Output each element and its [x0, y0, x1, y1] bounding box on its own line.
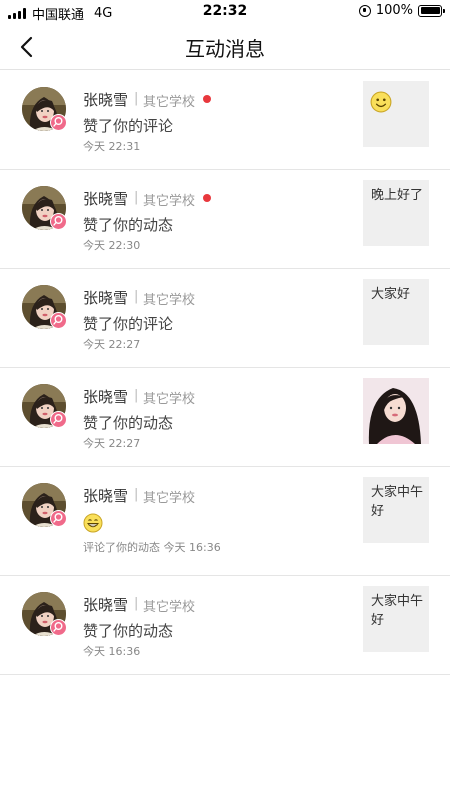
timestamp: 今天 22:27 [83, 437, 141, 450]
battery-percent: 100% [375, 3, 413, 18]
timestamp: 今天 22:30 [83, 239, 141, 252]
status-right: 100% [358, 3, 445, 18]
timestamp: 今天 16:36 [83, 645, 141, 658]
school-label: 其它学校 [143, 95, 196, 110]
thumbnail-text: 大家好 [371, 287, 411, 302]
user-name[interactable]: 张晓雪 [83, 188, 128, 209]
school-label: 其它学校 [143, 194, 196, 209]
name-separator: | [134, 388, 139, 403]
action-text: 赞了你的动态 [83, 622, 174, 640]
smile-emoji-icon [370, 91, 392, 117]
thumbnail-text: 大家中午好 [371, 594, 424, 628]
battery-icon [418, 4, 445, 17]
like-badge-icon [50, 619, 67, 636]
like-badge-icon [50, 411, 67, 428]
name-separator: | [134, 91, 139, 106]
thumbnail-text: 晚上好了 [371, 188, 424, 203]
user-name[interactable]: 张晓雪 [83, 386, 128, 407]
name-separator: | [134, 190, 139, 205]
post-thumbnail[interactable] [363, 81, 429, 147]
unread-dot [203, 95, 211, 103]
action-text: 赞了你的评论 [83, 315, 174, 333]
list-item[interactable]: 张晓雪 | 其它学校赞了你的动态今天 16:36 大家中午好 [0, 576, 450, 675]
rotation-lock-icon [358, 4, 371, 17]
post-thumbnail[interactable]: 大家中午好 [363, 586, 429, 652]
action-text: 赞了你的动态 [83, 414, 174, 432]
list-item[interactable]: 张晓雪 | 其它学校评论了你的动态 今天 16:36 大家中午好 [0, 467, 450, 576]
list-item[interactable]: 张晓雪 | 其它学校赞了你的评论今天 22:31 [0, 71, 450, 170]
school-label: 其它学校 [143, 491, 196, 506]
name-separator: | [134, 289, 139, 304]
grin-emoji-icon [83, 513, 103, 537]
status-bar: 中国联通 4G 22:32 100% [0, 0, 450, 24]
list-item[interactable]: 张晓雪 | 其它学校赞了你的动态今天 22:27 [0, 368, 450, 467]
nav-bar: 互动消息 [0, 24, 450, 70]
like-badge-icon [50, 213, 67, 230]
thumbnail-text: 大家中午好 [371, 485, 424, 519]
like-badge-icon [50, 114, 67, 131]
post-thumbnail[interactable]: 晚上好了 [363, 180, 429, 246]
unread-dot [203, 194, 211, 202]
post-thumbnail[interactable]: 大家好 [363, 279, 429, 345]
like-badge-icon [50, 312, 67, 329]
row-divider [0, 674, 450, 675]
action-text: 赞了你的评论 [83, 117, 174, 135]
school-label: 其它学校 [143, 293, 196, 308]
post-thumbnail[interactable] [363, 378, 429, 444]
timestamp: 评论了你的动态 今天 16:36 [83, 541, 221, 554]
list-item[interactable]: 张晓雪 | 其它学校赞了你的评论今天 22:27 大家好 [0, 269, 450, 368]
name-separator: | [134, 487, 139, 502]
post-thumbnail[interactable]: 大家中午好 [363, 477, 429, 543]
school-label: 其它学校 [143, 600, 196, 615]
user-name[interactable]: 张晓雪 [83, 485, 128, 506]
action-text: 赞了你的动态 [83, 216, 174, 234]
list-item[interactable]: 张晓雪 | 其它学校赞了你的动态今天 22:30 晚上好了 [0, 170, 450, 269]
like-badge-icon [50, 510, 67, 527]
user-name[interactable]: 张晓雪 [83, 89, 128, 110]
page-title: 互动消息 [185, 37, 265, 61]
timestamp: 今天 22:27 [83, 338, 141, 351]
name-separator: | [134, 596, 139, 611]
timestamp: 今天 22:31 [83, 140, 141, 153]
user-name[interactable]: 张晓雪 [83, 594, 128, 615]
user-name[interactable]: 张晓雪 [83, 287, 128, 308]
school-label: 其它学校 [143, 392, 196, 407]
